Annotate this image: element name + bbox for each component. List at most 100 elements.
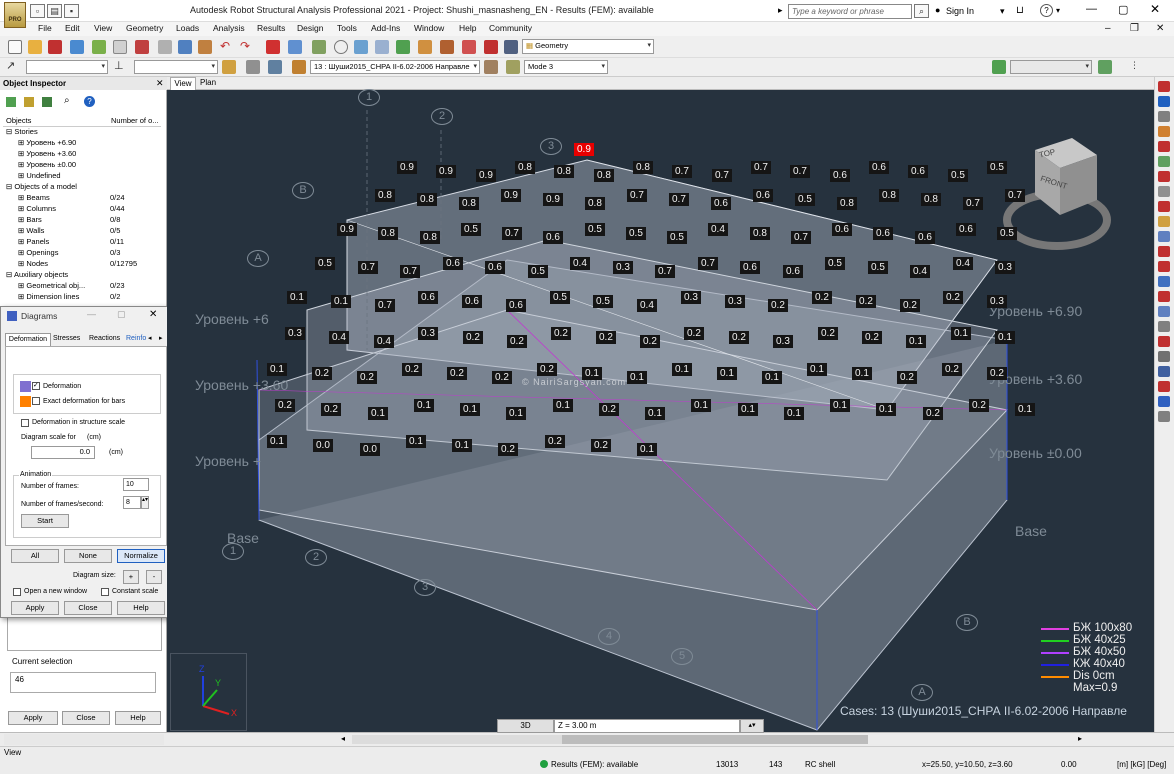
tool-icon[interactable] <box>1158 336 1170 347</box>
dialog-minimize-button[interactable]: — <box>87 309 96 319</box>
open-file-icon[interactable]: ▤ <box>47 4 62 18</box>
cases-icon[interactable] <box>246 60 260 74</box>
layout-select[interactable]: ▦ Geometry ▾ <box>522 39 654 54</box>
size-decrease-button[interactable]: - <box>146 570 162 584</box>
calculate-icon[interactable] <box>266 40 280 54</box>
inspector-close-button[interactable]: Close <box>62 711 110 725</box>
scrollbar-thumb[interactable] <box>562 735 868 744</box>
menu-view[interactable]: View <box>94 23 112 33</box>
current-selection-input[interactable]: 46 <box>10 672 156 693</box>
layout-icon[interactable] <box>504 40 518 54</box>
frames-input[interactable]: 10 <box>123 478 149 491</box>
cut-icon[interactable] <box>158 40 172 54</box>
menu-geometry[interactable]: Geometry <box>126 23 163 33</box>
inspector-apply-button[interactable]: Apply <box>8 711 58 725</box>
selection-type-icon[interactable]: ⊥ <box>114 60 128 74</box>
structure-icon[interactable] <box>992 60 1006 74</box>
col-objects[interactable]: Objects <box>6 116 31 125</box>
none-button[interactable]: None <box>64 549 112 563</box>
doc-minimize-button[interactable]: – <box>1105 23 1111 34</box>
tool-icon[interactable] <box>1158 246 1170 257</box>
mode-select[interactable]: Mode 3 ▾ <box>524 60 608 74</box>
tool-icon[interactable] <box>1158 306 1170 317</box>
cart-icon[interactable]: ⊔ <box>1016 5 1024 16</box>
maximize-button[interactable]: ▢ <box>1118 3 1128 16</box>
tool-icon[interactable] <box>1158 381 1170 392</box>
menu-tools[interactable]: Tools <box>337 23 357 33</box>
support-icon[interactable] <box>462 40 476 54</box>
tool-icon[interactable] <box>1158 186 1170 197</box>
dialog-close-button[interactable]: ✕ <box>149 309 157 320</box>
menu-design[interactable]: Design <box>297 23 323 33</box>
user-icon[interactable]: ● <box>935 5 940 15</box>
close-window-button[interactable]: ✕ <box>1150 2 1160 16</box>
tools-icon[interactable] <box>484 40 498 54</box>
report-icon[interactable] <box>135 40 149 54</box>
preview-icon[interactable] <box>113 40 127 54</box>
display-icon[interactable] <box>312 40 326 54</box>
tree-item[interactable]: ⊞ Undefined <box>18 171 61 182</box>
library-icon[interactable] <box>92 40 106 54</box>
size-increase-button[interactable]: + <box>123 570 139 584</box>
menu-loads[interactable]: Loads <box>176 23 199 33</box>
new-icon[interactable] <box>8 40 22 54</box>
tree-item[interactable]: ⊟ Stories <box>6 127 38 138</box>
tool-icon[interactable] <box>1158 261 1170 272</box>
tools-icon[interactable]: ⋮ <box>1130 60 1144 74</box>
minimize-button[interactable]: — <box>1086 3 1097 15</box>
tree-item[interactable]: ⊞ Nodes <box>18 259 48 270</box>
tab-stresses[interactable]: Stresses <box>53 335 80 342</box>
tree-item[interactable]: ⊞ Columns <box>18 204 56 215</box>
deformation-checkbox[interactable]: ✓ <box>32 382 40 390</box>
dialog-maximize-button[interactable]: ▢ <box>117 309 126 320</box>
signin-chevron-icon[interactable]: ▾ <box>1000 6 1005 17</box>
mode-icon[interactable] <box>506 60 520 74</box>
menu-help[interactable]: Help <box>459 23 476 33</box>
tool-icon[interactable] <box>1158 111 1170 122</box>
tab-scroll-right-icon[interactable]: ▸ <box>159 334 163 342</box>
zoom-icon[interactable] <box>334 40 348 54</box>
search-input[interactable]: Type a keyword or phrase <box>788 4 912 19</box>
tool-icon[interactable] <box>1158 411 1170 422</box>
new-file-icon[interactable]: ▫ <box>30 4 45 18</box>
tree-item[interactable]: ⊞ Openings <box>18 248 58 259</box>
bar-icon[interactable] <box>418 40 432 54</box>
tree-item[interactable]: ⊞ Уровень +6.90 <box>18 138 76 149</box>
fps-spinner[interactable]: ▴▾ <box>141 496 149 509</box>
tree-item[interactable]: ⊞ Bars <box>18 215 42 226</box>
tree-item[interactable]: ⊞ Panels <box>18 237 49 248</box>
start-animation-button[interactable]: Start <box>21 514 69 528</box>
tool-icon[interactable] <box>1158 231 1170 242</box>
help-icon[interactable]: ? <box>1040 4 1053 17</box>
robot-app-icon[interactable]: PRO <box>4 2 26 28</box>
inspector-help-button[interactable]: Help <box>115 711 161 725</box>
menu-addins[interactable]: Add-Ins <box>371 23 400 33</box>
load-case-icon[interactable] <box>292 60 306 74</box>
menu-community[interactable]: Community <box>489 23 532 33</box>
view-3d-button[interactable]: 3D <box>497 719 554 733</box>
diagrams-apply-button[interactable]: Apply <box>11 601 59 615</box>
tool-icon[interactable] <box>1158 216 1170 227</box>
case-edit-icon[interactable] <box>484 60 498 74</box>
expand-icon[interactable]: ⊟ <box>6 270 14 279</box>
help-chevron-icon[interactable]: ▾ <box>1056 6 1060 15</box>
tool-icon[interactable] <box>1158 141 1170 152</box>
tree-item[interactable]: ⊟ Objects of a model <box>6 182 77 193</box>
paste-icon[interactable] <box>198 40 212 54</box>
exact-color-swatch[interactable] <box>20 396 31 407</box>
tree-icon[interactable] <box>42 97 52 107</box>
tool-icon[interactable] <box>1158 321 1170 332</box>
col-number[interactable]: Number of o... <box>111 116 159 125</box>
search-icon[interactable]: ⌕ <box>914 4 929 18</box>
tab-scroll-left-icon[interactable]: ◂ <box>148 334 152 342</box>
diagrams-help-button[interactable]: Help <box>117 601 165 615</box>
menu-window[interactable]: Window <box>414 23 444 33</box>
close-icon[interactable]: ✕ <box>156 78 164 89</box>
undo-icon[interactable]: ↶ <box>220 40 234 54</box>
redo-icon[interactable]: ↷ <box>240 40 254 54</box>
tool-icon[interactable] <box>1158 81 1170 92</box>
tool-icon[interactable] <box>1158 96 1170 107</box>
filter-icon[interactable] <box>222 60 236 74</box>
node-icon[interactable] <box>396 40 410 54</box>
search-chevron-icon[interactable]: ▸ <box>778 5 783 16</box>
